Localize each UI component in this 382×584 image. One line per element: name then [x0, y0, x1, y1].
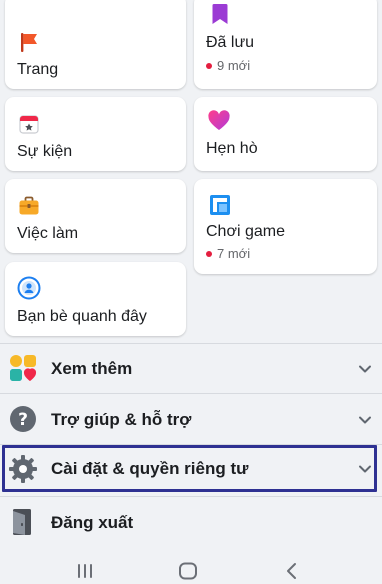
system-navigation-bar [0, 556, 382, 584]
notification-text: 9 mới [217, 58, 251, 73]
notification-count: 9 mới [206, 58, 250, 73]
shortcut-tile-trang[interactable]: Trang [5, 0, 186, 89]
notification-dot [206, 62, 212, 69]
gaming-icon [210, 195, 230, 215]
flag-icon [21, 33, 37, 52]
chevron-down-icon [359, 365, 371, 372]
selection-highlight [2, 445, 377, 492]
shortcut-tile-ban-be-quanh-day[interactable]: Bạn bè quanh đây [5, 262, 186, 336]
menu-label: Xem thêm [51, 358, 133, 378]
menu-label: Trợ giúp & hỗ trợ [51, 409, 192, 429]
see-more-icon [10, 355, 37, 381]
notification-dot [206, 250, 212, 257]
calendar-icon [19, 115, 39, 134]
shortcut-label: Việc làm [17, 225, 79, 242]
menu-label: Đăng xuất [51, 512, 134, 532]
shortcut-label: Bạn bè quanh đây [17, 308, 147, 325]
shortcut-tile-da-luu[interactable]: Đã lưu 9 mới [194, 0, 377, 89]
shortcut-label: Sự kiện [17, 143, 73, 160]
home-icon[interactable] [177, 562, 199, 580]
back-icon[interactable] [281, 562, 303, 580]
menu-row-help-support[interactable]: ? Trợ giúp & hỗ trợ [0, 394, 382, 445]
shortcut-tile-choi-game[interactable]: Chơi game 7 mới [194, 179, 377, 274]
menu-row-xem-them[interactable]: Xem thêm [0, 343, 382, 394]
bookmark-icon [212, 4, 228, 24]
question-mark-icon: ? [10, 406, 36, 432]
shortcut-label: Đã lưu [206, 34, 255, 51]
recent-apps-icon[interactable] [74, 562, 96, 580]
menu-row-logout[interactable]: Đăng xuất [0, 497, 382, 548]
chevron-down-icon [359, 416, 371, 423]
heart-icon [208, 110, 230, 130]
shortcut-tile-hen-ho[interactable]: Hẹn hò [194, 97, 377, 171]
shortcut-label: Chơi game [206, 223, 285, 240]
notification-count: 7 mới [206, 246, 250, 261]
notification-text: 7 mới [217, 246, 251, 261]
nearby-friends-icon [17, 276, 41, 300]
shortcut-tile-su-kien[interactable]: Sự kiện [5, 97, 186, 171]
shortcut-label: Trang [17, 61, 59, 78]
svg-text:?: ? [18, 410, 28, 430]
briefcase-icon [19, 196, 39, 215]
door-icon [13, 509, 31, 535]
shortcut-label: Hẹn hò [206, 140, 258, 157]
shortcut-tile-viec-lam[interactable]: Việc làm [5, 179, 186, 253]
